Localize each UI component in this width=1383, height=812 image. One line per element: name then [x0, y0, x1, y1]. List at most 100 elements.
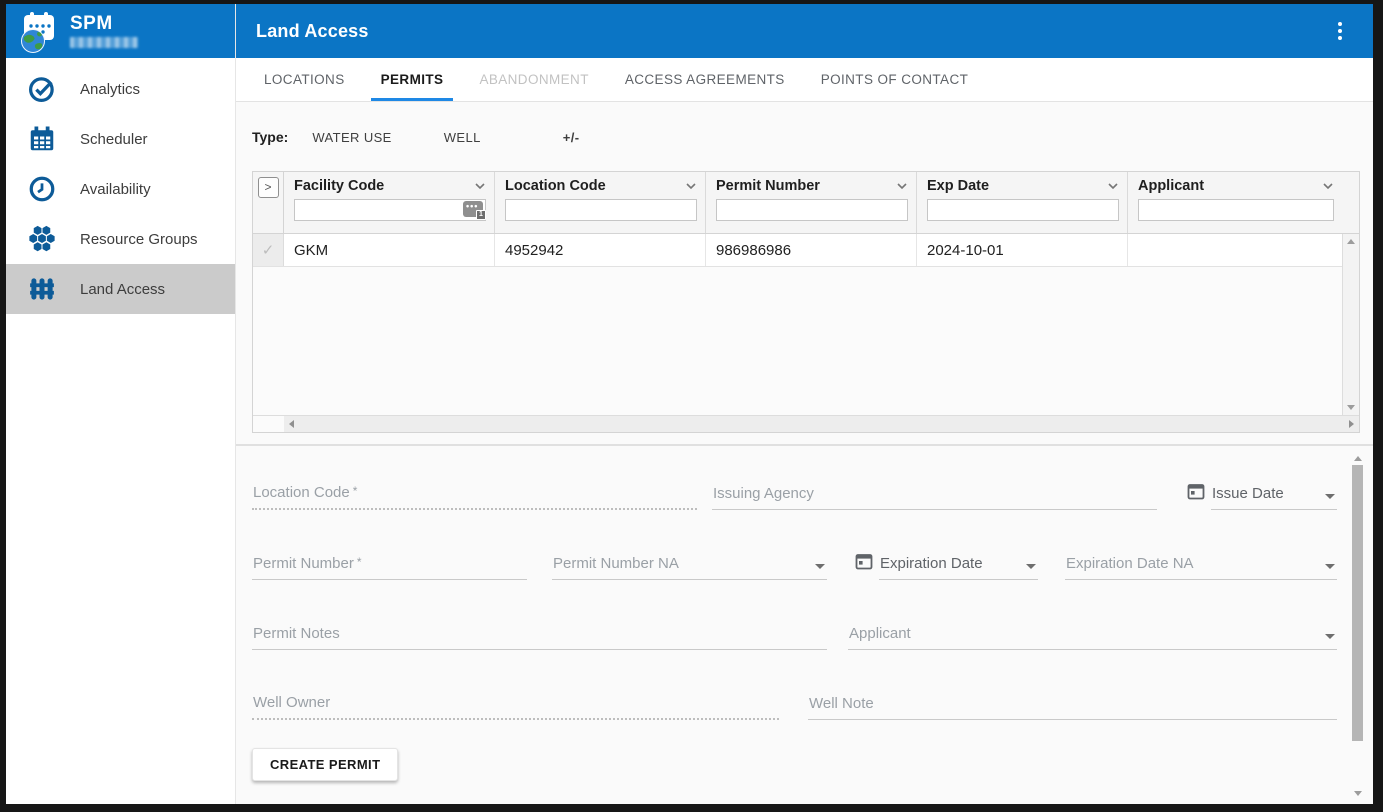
exp-date-filter-input[interactable] [927, 199, 1119, 221]
filter-count-badge: 1 [476, 210, 486, 220]
field-label: Location Code* [253, 484, 357, 501]
field-label: Well Note [809, 695, 874, 712]
window-frame: SPM Analytics [0, 0, 1383, 812]
brand-block: SPM [70, 14, 138, 48]
well-owner-field[interactable]: Well Owner [252, 690, 779, 720]
expiration-date-na-select[interactable]: Expiration Date NA [1065, 550, 1337, 580]
location-code-field[interactable]: Location Code* [252, 480, 697, 510]
column-title: Location Code [505, 178, 606, 194]
column-exp-date: Exp Date [917, 172, 1128, 233]
sidebar: SPM Analytics [6, 4, 236, 804]
field-label: Expiration Date NA [1066, 555, 1194, 572]
required-asterisk: * [353, 484, 358, 498]
cell-facility-code[interactable]: GKM [284, 234, 495, 266]
column-location-code: Location Code [495, 172, 706, 233]
type-option-water-use[interactable]: WATER USE [312, 130, 391, 145]
grid-scrollbar-corner [253, 416, 284, 432]
issue-date-field[interactable]: Issue Date [1187, 480, 1337, 510]
column-menu-chevron-icon[interactable] [685, 182, 697, 190]
sidebar-item-analytics[interactable]: Analytics [6, 64, 235, 114]
create-permit-button[interactable]: CREATE PERMIT [252, 748, 398, 781]
cell-applicant[interactable] [1128, 234, 1342, 266]
content: Type: WATER USE WELL +/- > Facility Code [236, 102, 1373, 804]
dropdown-arrow-icon[interactable] [1026, 564, 1036, 569]
horizontal-scroll-track[interactable] [284, 416, 1359, 432]
form-vertical-scrollbar[interactable] [1350, 456, 1365, 796]
permit-notes-field[interactable]: Permit Notes [252, 620, 827, 650]
type-label: Type: [252, 129, 288, 145]
scheduler-calendar-icon [26, 123, 58, 155]
field-label: Expiration Date [880, 555, 983, 572]
column-facility-code: Facility Code ••• 1 [284, 172, 495, 233]
calendar-icon[interactable] [1187, 482, 1205, 505]
column-title: Permit Number [716, 178, 820, 194]
scroll-up-arrow-icon[interactable] [1347, 239, 1355, 244]
column-menu-chevron-icon[interactable] [474, 182, 486, 190]
cell-exp-date[interactable]: 2024-10-01 [917, 234, 1128, 266]
type-option-plus-minus[interactable]: +/- [563, 130, 580, 145]
table-row[interactable]: ✓ GKM 4952942 986986986 2024-10-01 [253, 234, 1342, 267]
tab-bar: LOCATIONS PERMITS ABANDONMENT ACCESS AGR… [236, 58, 1373, 102]
dropdown-arrow-icon[interactable] [1325, 634, 1335, 639]
scroll-left-arrow-icon[interactable] [289, 420, 294, 428]
column-menu-chevron-icon[interactable] [896, 182, 908, 190]
kebab-menu-icon[interactable] [1327, 18, 1353, 44]
sidebar-header: SPM [6, 4, 235, 58]
column-applicant: Applicant [1128, 172, 1342, 233]
cell-location-code[interactable]: 4952942 [495, 234, 706, 266]
scrollbar-thumb[interactable] [1352, 465, 1363, 741]
dropdown-arrow-icon[interactable] [1325, 564, 1335, 569]
column-menu-chevron-icon[interactable] [1107, 182, 1119, 190]
column-menu-chevron-icon[interactable] [1322, 182, 1334, 190]
cell-permit-number[interactable]: 986986986 [706, 234, 917, 266]
tab-locations[interactable]: LOCATIONS [246, 58, 363, 101]
sidebar-item-resource-groups[interactable]: Resource Groups [6, 214, 235, 264]
well-note-field[interactable]: Well Note [808, 690, 1337, 720]
column-title: Applicant [1138, 178, 1204, 194]
field-label: Permit Number* [253, 555, 362, 572]
permit-number-na-select[interactable]: Permit Number NA [552, 550, 827, 580]
filter-selection-badge-icon[interactable]: ••• 1 [463, 201, 483, 217]
main-area: Land Access LOCATIONS PERMITS ABANDONMEN… [236, 4, 1373, 804]
field-label: Permit Notes [253, 625, 340, 642]
tab-points-of-contact[interactable]: POINTS OF CONTACT [803, 58, 987, 101]
grid-horizontal-scrollbar[interactable] [253, 415, 1359, 432]
grid-vertical-scrollbar[interactable] [1342, 234, 1359, 415]
facility-code-filter-input[interactable] [294, 199, 486, 221]
app-logo-calendar-globe-icon [16, 8, 60, 54]
sidebar-item-scheduler[interactable]: Scheduler [6, 114, 235, 164]
scroll-right-arrow-icon[interactable] [1349, 420, 1354, 428]
scroll-down-arrow-icon[interactable] [1354, 791, 1362, 796]
field-label: Permit Number NA [553, 555, 679, 572]
permit-number-filter-input[interactable] [716, 199, 908, 221]
scroll-down-arrow-icon[interactable] [1347, 405, 1355, 410]
dropdown-arrow-icon[interactable] [1325, 494, 1335, 499]
grid-header: > Facility Code ••• 1 [253, 172, 1359, 234]
expand-row-button[interactable]: > [258, 177, 279, 198]
row-gutter-cell[interactable]: ✓ [253, 234, 284, 266]
sidebar-item-label: Resource Groups [80, 231, 198, 248]
applicant-filter-input[interactable] [1138, 199, 1334, 221]
issuing-agency-field[interactable]: Issuing Agency [712, 480, 1157, 510]
redacted-subtitle [70, 37, 138, 48]
applicant-select[interactable]: Applicant [848, 620, 1337, 650]
land-access-fence-icon [26, 273, 58, 305]
availability-clock-icon [26, 173, 58, 205]
tab-access-agreements[interactable]: ACCESS AGREEMENTS [607, 58, 803, 101]
page-title: Land Access [256, 21, 369, 42]
location-code-filter-input[interactable] [505, 199, 697, 221]
app-name: SPM [70, 14, 138, 34]
expiration-date-field[interactable]: Expiration Date [855, 550, 1038, 580]
scroll-up-arrow-icon[interactable] [1354, 456, 1362, 461]
analytics-check-icon [26, 73, 58, 105]
column-permit-number: Permit Number [706, 172, 917, 233]
sidebar-item-land-access[interactable]: Land Access [6, 264, 235, 314]
dropdown-arrow-icon[interactable] [815, 564, 825, 569]
sidebar-item-availability[interactable]: Availability [6, 164, 235, 214]
tab-permits[interactable]: PERMITS [363, 58, 462, 101]
calendar-icon[interactable] [855, 552, 873, 575]
field-label: Issuing Agency [713, 485, 814, 502]
row-check-icon: ✓ [262, 241, 275, 259]
type-option-well[interactable]: WELL [444, 130, 481, 145]
permit-number-field[interactable]: Permit Number* [252, 550, 527, 580]
